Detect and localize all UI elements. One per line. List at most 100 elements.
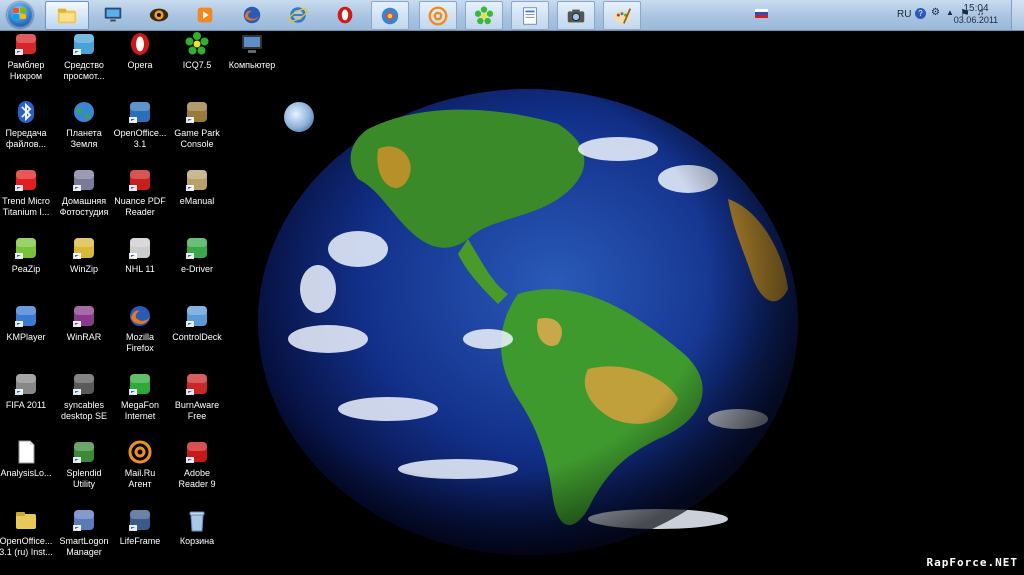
desktop-icon-label: BurnAware Free xyxy=(174,400,220,421)
taskbar-media-button[interactable] xyxy=(187,1,223,28)
media-player-icon xyxy=(197,7,213,22)
desktop-icon[interactable]: Mozilla Firefox xyxy=(110,300,170,360)
system-tray: RU ? ⚙ ▲ ⚑ ♬ 15:04 03.06.2011 xyxy=(724,0,1024,30)
desktop-icon[interactable]: FIFA 2011 xyxy=(0,368,56,428)
taskbar-mail-button[interactable] xyxy=(419,1,457,30)
folder-icon xyxy=(13,507,39,533)
desktop-icon[interactable]: MegaFon Internet xyxy=(110,368,170,428)
taskbar-display-button[interactable] xyxy=(95,1,131,28)
tools-icon[interactable]: ⚙ xyxy=(931,7,940,18)
desktop-icon[interactable]: e-Driver xyxy=(167,232,227,292)
text-file-icon xyxy=(13,439,39,465)
webcam-icon xyxy=(127,507,153,533)
adobe-reader-icon xyxy=(184,439,210,465)
splendid-icon xyxy=(71,439,97,465)
start-button[interactable] xyxy=(4,1,36,29)
help-icon[interactable]: ? xyxy=(915,8,926,19)
desktop-icon-label: Домашняя Фотостудия xyxy=(59,196,109,217)
desktop-icon-label: ControlDeck xyxy=(172,332,222,342)
at-sign-icon xyxy=(127,439,153,465)
winzip-icon xyxy=(71,235,97,261)
desktop-icon-label: WinRAR xyxy=(66,332,102,342)
taskbar-document-button[interactable] xyxy=(511,1,549,30)
desktop-icon[interactable]: KMPlayer xyxy=(0,300,56,360)
smartlogon-icon xyxy=(71,507,97,533)
desktop-icon[interactable]: OpenOffice... 3.1 xyxy=(110,96,170,156)
desktop-icon-label: Планета Земля xyxy=(66,128,102,149)
desktop-icon-label: Рамблер Нихром xyxy=(7,60,45,81)
opera-icon xyxy=(127,31,153,57)
taskbar-icq-button[interactable] xyxy=(465,1,503,30)
desktop-icon[interactable]: ControlDeck xyxy=(167,300,227,360)
folder-icon xyxy=(57,8,77,23)
desktop-icon[interactable]: NHL 11 xyxy=(110,232,170,292)
desktop-icon-label: Game Park Console xyxy=(174,128,220,149)
control-deck-icon xyxy=(184,303,210,329)
desktop-icon[interactable]: Mail.Ru Агент xyxy=(110,436,170,496)
desktop-icon[interactable]: eManual xyxy=(167,164,227,224)
taskbar-games-button[interactable] xyxy=(371,1,409,30)
desktop-icon-label: Adobe Reader 9 xyxy=(178,468,216,489)
fifa-icon xyxy=(13,371,39,397)
desktop-icon[interactable]: Домашняя Фотостудия xyxy=(54,164,114,224)
openoffice-icon xyxy=(127,99,153,125)
photo-viewer-icon xyxy=(71,31,97,57)
desktop-icon-label: OpenOffice... 3.1 (ru) Inst... xyxy=(0,536,53,557)
desktop-icon-label: Trend Micro Titanium I... xyxy=(2,196,50,217)
desktop-icon[interactable]: Планета Земля xyxy=(54,96,114,156)
taskbar-opera-button[interactable] xyxy=(327,1,363,28)
firefox-icon xyxy=(127,303,153,329)
desktop-icon[interactable]: Компьютер xyxy=(222,28,282,88)
desktop-icon[interactable]: WinZip xyxy=(54,232,114,292)
taskbar-paint-button[interactable] xyxy=(603,1,641,30)
desktop-icon-label: Корзина xyxy=(179,536,215,546)
desktop-icon[interactable]: syncables desktop SE xyxy=(54,368,114,428)
desktop-icon-label: eManual xyxy=(179,196,215,206)
desktop[interactable]: Рамблер Нихром Средство просмот... Opera IC… xyxy=(0,31,1024,575)
desktop-icon-label: KMPlayer xyxy=(6,332,46,342)
trend-micro-icon xyxy=(13,167,39,193)
clock-date[interactable]: 03.06.2011 xyxy=(946,15,1006,25)
desktop-icon-label: Splendid Utility xyxy=(66,468,102,489)
taskbar-explorer-button[interactable] xyxy=(45,1,89,30)
desktop-icon[interactable]: BurnAware Free xyxy=(167,368,227,428)
desktop-icon[interactable]: LifeFrame xyxy=(110,504,170,564)
russian-flag-icon[interactable] xyxy=(755,9,768,18)
desktop-icon-label: LifeFrame xyxy=(119,536,161,546)
desktop-icon-label: syncables desktop SE xyxy=(60,400,108,421)
desktop-icon-label: Средство просмот... xyxy=(63,60,105,81)
desktop-icon[interactable]: Рамблер Нихром xyxy=(0,28,56,88)
game-center-icon xyxy=(381,7,399,24)
desktop-icon[interactable]: ICQ7.5 xyxy=(167,28,227,88)
desktop-icon[interactable]: Splendid Utility xyxy=(54,436,114,496)
desktop-icon[interactable]: PeaZip xyxy=(0,232,56,292)
pdf-reader-icon xyxy=(127,167,153,193)
desktop-icon[interactable]: AnalysisLo... xyxy=(0,436,56,496)
taskbar-camera-button[interactable] xyxy=(557,1,595,30)
desktop-icon[interactable]: WinRAR xyxy=(54,300,114,360)
desktop-icon[interactable]: Game Park Console xyxy=(167,96,227,156)
desktop-icon[interactable]: SmartLogon Manager xyxy=(54,504,114,564)
desktop-icon-label: Mail.Ru Агент xyxy=(124,468,156,489)
earth-wallpaper xyxy=(258,89,798,555)
desktop-icon[interactable]: Trend Micro Titanium I... xyxy=(0,164,56,224)
desktop-icon[interactable]: Nuance PDF Reader xyxy=(110,164,170,224)
palette-icon xyxy=(613,7,632,24)
taskbar-eye-button[interactable] xyxy=(141,1,177,28)
desktop-icon[interactable]: Передача файлов... xyxy=(0,96,56,156)
desktop-icon-label: Nuance PDF Reader xyxy=(114,196,166,217)
desktop-icon-label: SmartLogon Manager xyxy=(59,536,109,557)
desktop-icon[interactable]: Opera xyxy=(110,28,170,88)
camera-icon xyxy=(71,167,97,193)
taskbar-firefox-button[interactable] xyxy=(234,1,270,28)
clock-time[interactable]: 15:04 xyxy=(946,3,1006,14)
desktop-icon[interactable]: Adobe Reader 9 xyxy=(167,436,227,496)
desktop-icon[interactable]: Средство просмот... xyxy=(54,28,114,88)
recycle-bin-icon xyxy=(184,507,210,533)
language-indicator[interactable]: RU xyxy=(897,9,911,20)
icq-flower-icon xyxy=(184,31,210,57)
taskbar-ie-button[interactable] xyxy=(280,1,316,28)
show-desktop-button[interactable] xyxy=(1011,0,1024,30)
desktop-icon[interactable]: OpenOffice... 3.1 (ru) Inst... xyxy=(0,504,56,564)
desktop-icon[interactable]: Корзина xyxy=(167,504,227,564)
